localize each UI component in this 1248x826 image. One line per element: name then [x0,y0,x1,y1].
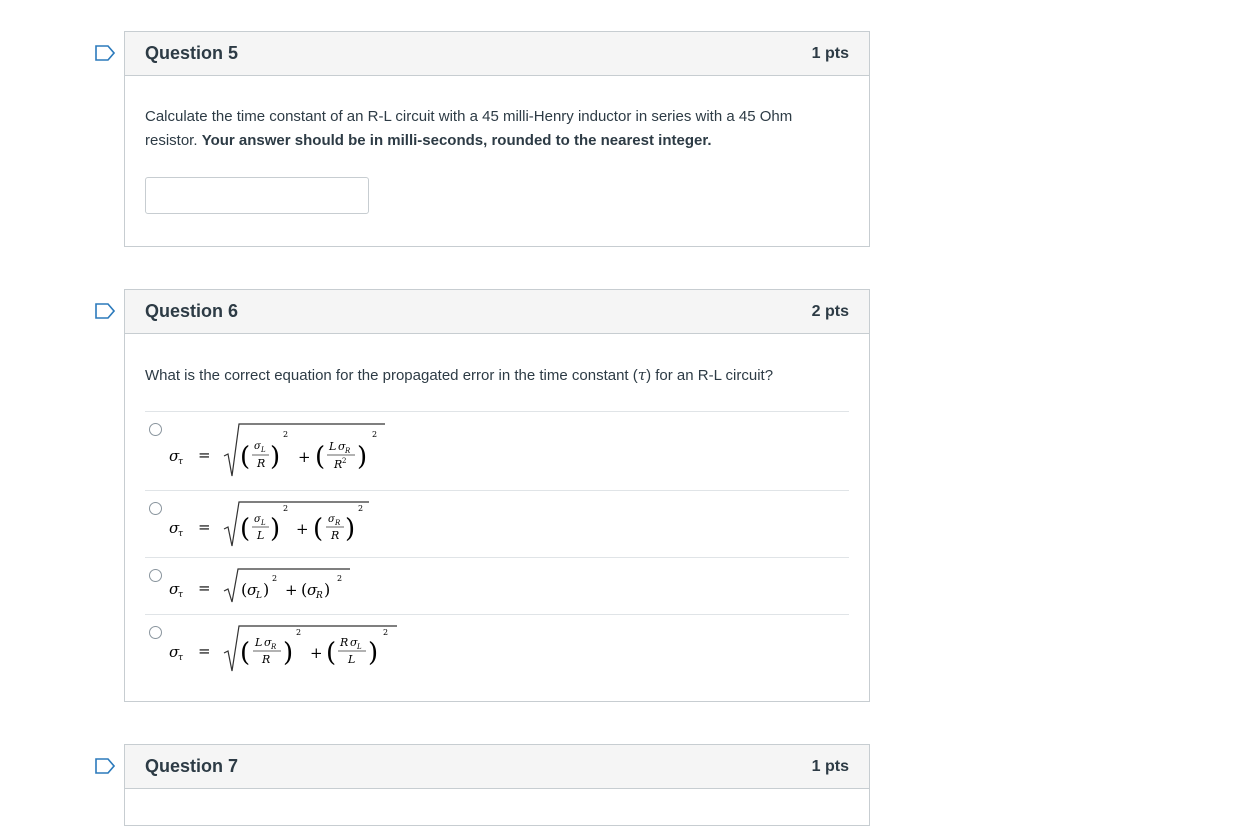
svg-text:2: 2 [283,504,288,513]
formula-option-4: στ = ( LσR R ) 2 + ( RσL L ) 2 [169,615,429,693]
svg-text:=: = [198,642,211,660]
flag-question-5-icon[interactable] [95,45,115,61]
question-6-card: Question 6 2 pts What is the correct equ… [124,289,870,702]
svg-text:): ) [283,638,293,668]
question-text-part: ) for an R-L circuit? [646,367,774,384]
svg-text:2: 2 [272,574,277,583]
question-title: Question 6 [145,301,239,321]
formula-svg: στ = ( σL L ) 2 + ( σR R ) 2 [169,501,369,547]
svg-text:(: ( [240,514,250,544]
svg-text:R: R [256,457,265,470]
svg-text:): ) [345,514,355,544]
answer-option-4[interactable]: στ = ( LσR R ) 2 + ( RσL L ) 2 [145,615,849,693]
svg-text:): ) [270,514,280,544]
svg-text:(: ( [240,442,250,472]
svg-text:L: L [255,591,262,601]
svg-text:L: L [347,653,355,666]
flag-question-6-icon[interactable] [95,303,115,319]
svg-text:+: + [285,581,298,599]
answer-option-3[interactable]: στ = ( σL ) 2 + ( σR ) 2 [145,558,849,615]
question-points: 1 pts [811,44,849,62]
question-7-card: Question 7 1 pts [124,744,870,826]
svg-text:2: 2 [296,628,301,637]
svg-text:+: + [296,520,309,538]
radio-button-icon[interactable] [149,423,162,436]
question-text: Calculate the time constant of an R-L ci… [145,105,835,153]
tau-symbol: τ [637,366,647,384]
question-text: What is the correct equation for the pro… [145,363,849,411]
svg-text:τ: τ [178,457,184,467]
svg-text:R: R [330,529,339,542]
svg-text:(: ( [240,638,250,668]
question-5-header: Question 5 1 pts [125,32,869,76]
svg-text:2: 2 [283,430,288,439]
svg-text:R: R [334,519,341,527]
svg-text:(: ( [313,514,323,544]
svg-text:2: 2 [383,628,388,637]
svg-text:+: + [298,448,311,466]
svg-text:L: L [254,636,262,649]
svg-text:=: = [198,446,211,464]
svg-text:): ) [270,442,280,472]
svg-text:): ) [263,580,269,599]
svg-text:R: R [344,447,351,455]
svg-text:R: R [270,643,277,651]
svg-text:=: = [198,518,211,536]
question-5-card: Question 5 1 pts Calculate the time cons… [124,31,870,247]
svg-text:(: ( [326,638,336,668]
svg-text:): ) [357,442,367,472]
formula-svg: στ = ( LσR R ) 2 + ( RσL L ) 2 [169,625,397,672]
formula-svg: στ = ( σL ) 2 + ( σR ) 2 [169,568,350,603]
question-6-header: Question 6 2 pts [125,290,869,334]
svg-text:): ) [368,638,378,668]
formula-option-3: στ = ( σL ) 2 + ( σR ) 2 [169,558,409,614]
formula-svg: στ = ( σL R ) 2 + ( LσR R2 ) 2 [169,423,385,477]
svg-text:R: R [333,458,342,471]
svg-text:L: L [260,519,266,527]
answer-list: στ = ( σL R ) 2 + ( LσR R2 ) 2 σ τ = (σ… [145,411,849,693]
answer-input[interactable] [145,177,369,214]
svg-text:L: L [256,529,264,542]
svg-text:2: 2 [337,574,342,583]
svg-text:(: ( [315,442,325,472]
flag-question-7-icon[interactable] [95,758,115,774]
svg-text:=: = [198,579,211,597]
svg-text:+: + [310,644,323,662]
question-text-bold: Your answer should be in milli-seconds, … [201,132,712,149]
radio-button-icon[interactable] [149,626,162,639]
question-points: 1 pts [811,757,849,775]
svg-text:L: L [356,643,362,651]
svg-text:2: 2 [372,430,377,439]
svg-text:R: R [261,653,270,666]
answer-option-2[interactable]: στ = ( σL L ) 2 + ( σR R ) 2 [145,491,849,558]
svg-text:τ: τ [178,529,184,539]
answer-option-1[interactable]: στ = ( σL R ) 2 + ( LσR R2 ) 2 [145,412,849,491]
svg-text:R: R [339,636,348,649]
question-points: 2 pts [811,302,849,320]
svg-text:L: L [328,440,336,453]
question-text-part: What is the correct equation for the pro… [145,367,638,384]
radio-button-icon[interactable] [149,569,162,582]
radio-button-icon[interactable] [149,502,162,515]
question-title: Question 5 [145,43,239,63]
question-7-header: Question 7 1 pts [125,745,869,789]
svg-text:τ: τ [178,653,184,663]
formula-option-2: στ = ( σL L ) 2 + ( σR R ) 2 [169,491,409,557]
svg-text:): ) [324,580,330,599]
svg-text:2: 2 [358,504,363,513]
svg-text:τ: τ [178,590,184,600]
formula-option-1: στ = ( σL R ) 2 + ( LσR R2 ) 2 [169,412,409,490]
svg-text:L: L [260,446,266,454]
question-title: Question 7 [145,756,239,776]
svg-text:2: 2 [342,457,346,465]
svg-text:R: R [315,591,323,601]
